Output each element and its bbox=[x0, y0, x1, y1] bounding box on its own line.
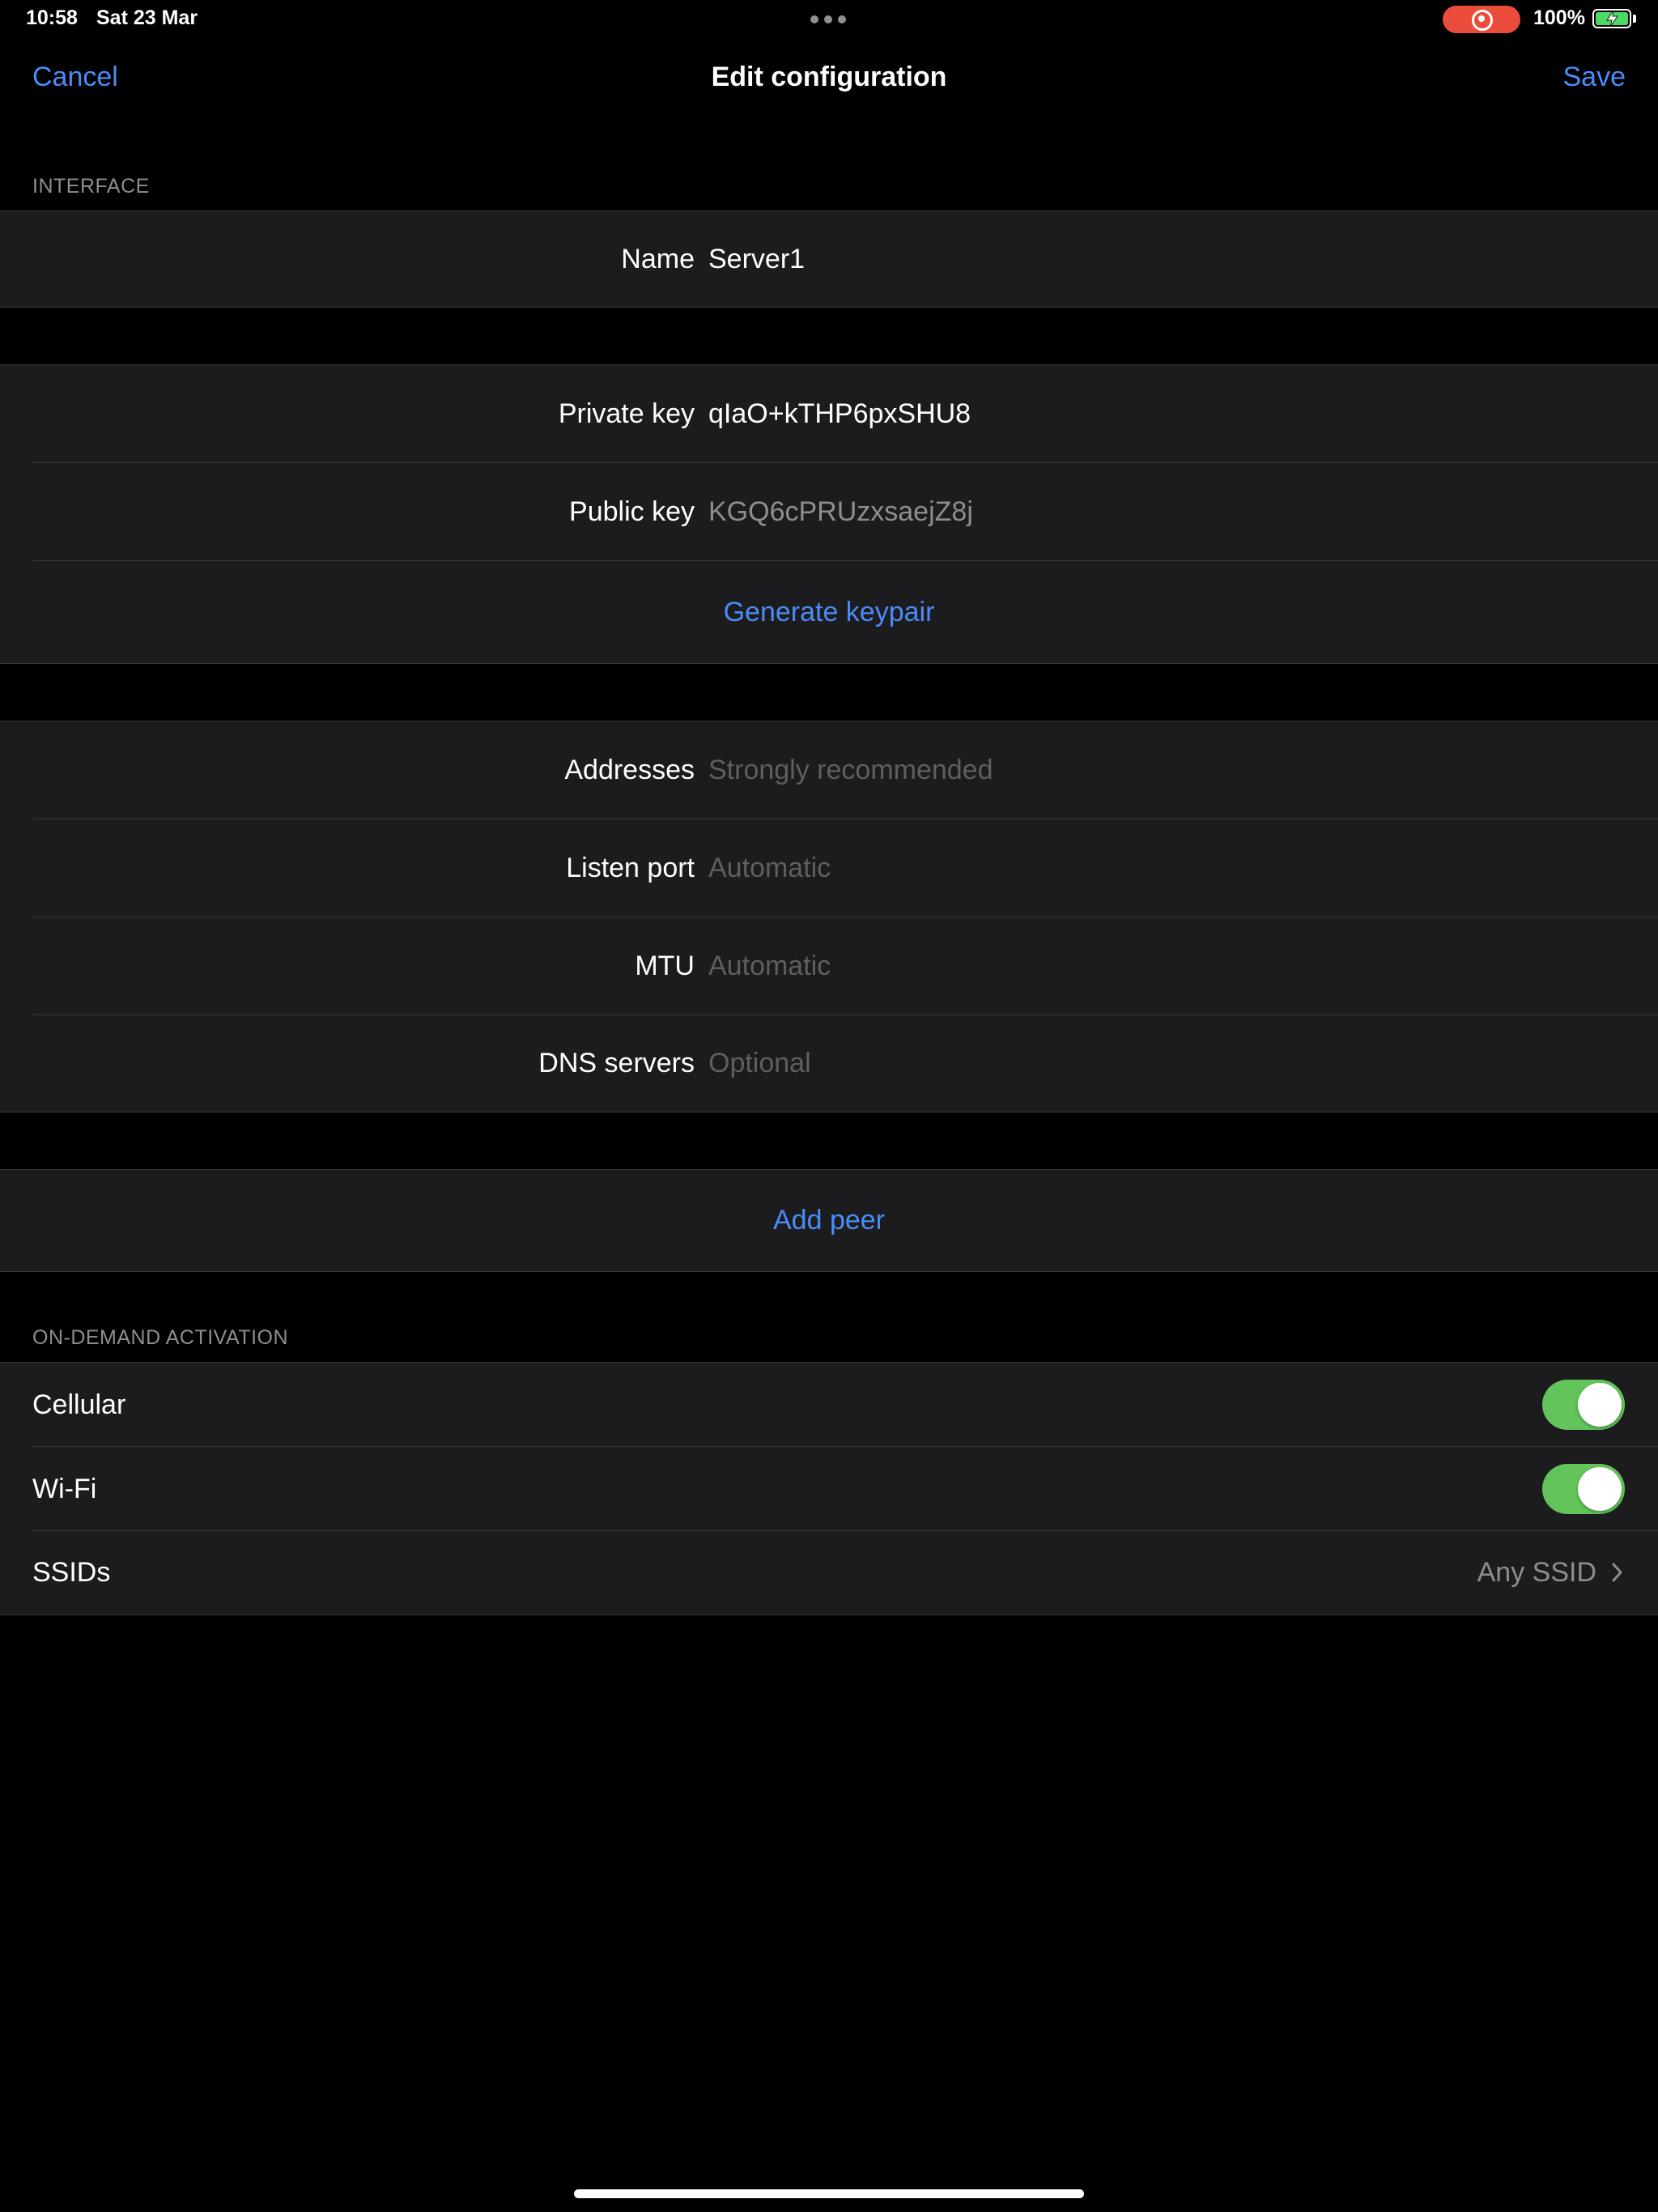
mtu-field[interactable]: Automatic bbox=[708, 917, 831, 1015]
mtu-label: MTU bbox=[635, 951, 695, 981]
peer-group: Add peer bbox=[0, 1169, 1658, 1272]
addresses-field[interactable]: Strongly recommended bbox=[708, 721, 993, 819]
status-bar: 10:58 Sat 23 Mar 100% bbox=[0, 0, 1658, 39]
status-date: Sat 23 Mar bbox=[96, 6, 198, 29]
public-key-label: Public key bbox=[569, 496, 695, 527]
addresses-row[interactable]: Addresses Strongly recommended bbox=[0, 721, 1658, 819]
keys-group: Private key qIaO+kTHP6pxSHU8 Public key … bbox=[0, 364, 1658, 664]
wifi-row: Wi-Fi bbox=[0, 1447, 1658, 1531]
private-key-field[interactable]: qIaO+kTHP6pxSHU8 bbox=[708, 365, 971, 463]
listen-port-row[interactable]: Listen port Automatic bbox=[0, 819, 1658, 917]
name-group: Name Server1 bbox=[0, 211, 1658, 308]
on-demand-group: Cellular Wi-Fi SSIDs Any SSID bbox=[0, 1362, 1658, 1615]
home-indicator[interactable] bbox=[574, 2189, 1084, 2198]
cellular-label: Cellular bbox=[32, 1389, 126, 1420]
section-header-interface: INTERFACE bbox=[32, 175, 150, 198]
listen-port-field[interactable]: Automatic bbox=[708, 819, 831, 917]
battery-tip bbox=[1633, 15, 1636, 23]
wifi-label: Wi-Fi bbox=[32, 1473, 97, 1504]
generate-keypair-button[interactable]: Generate keypair bbox=[0, 561, 1658, 663]
save-button[interactable]: Save bbox=[1563, 62, 1626, 93]
cellular-row: Cellular bbox=[0, 1363, 1658, 1447]
network-group: Addresses Strongly recommended Listen po… bbox=[0, 721, 1658, 1112]
private-key-row[interactable]: Private key qIaO+kTHP6pxSHU8 bbox=[0, 365, 1658, 463]
dns-servers-label: DNS servers bbox=[538, 1048, 695, 1078]
battery-percentage: 100% bbox=[1533, 6, 1585, 29]
wifi-toggle[interactable] bbox=[1542, 1464, 1625, 1514]
screen-recording-icon[interactable] bbox=[1443, 6, 1520, 33]
status-time: 10:58 bbox=[26, 6, 78, 29]
page-title: Edit configuration bbox=[711, 62, 947, 92]
section-header-on-demand: ON-DEMAND ACTIVATION bbox=[32, 1326, 289, 1349]
charging-bolt-icon bbox=[1606, 10, 1618, 28]
addresses-label: Addresses bbox=[564, 755, 695, 785]
name-field[interactable]: Server1 bbox=[708, 211, 805, 307]
name-row[interactable]: Name Server1 bbox=[0, 211, 1658, 307]
dns-servers-row[interactable]: DNS servers Optional bbox=[0, 1015, 1658, 1112]
dns-servers-field[interactable]: Optional bbox=[708, 1015, 811, 1112]
public-key-row: Public key KGQ6cPRUzxsaejZ8j bbox=[0, 463, 1658, 561]
add-peer-button[interactable]: Add peer bbox=[0, 1170, 1658, 1271]
listen-port-label: Listen port bbox=[566, 853, 695, 883]
cellular-toggle[interactable] bbox=[1542, 1380, 1625, 1430]
private-key-label: Private key bbox=[558, 398, 695, 429]
name-label: Name bbox=[621, 243, 695, 274]
ssids-label: SSIDs bbox=[32, 1557, 111, 1588]
mtu-row[interactable]: MTU Automatic bbox=[0, 917, 1658, 1015]
ssids-value: Any SSID bbox=[1477, 1557, 1596, 1588]
public-key-value: KGQ6cPRUzxsaejZ8j bbox=[708, 496, 973, 527]
chevron-right-icon bbox=[1612, 1563, 1622, 1582]
ssids-row[interactable]: SSIDs Any SSID bbox=[0, 1531, 1658, 1614]
multitasking-dots-icon[interactable] bbox=[810, 15, 846, 23]
